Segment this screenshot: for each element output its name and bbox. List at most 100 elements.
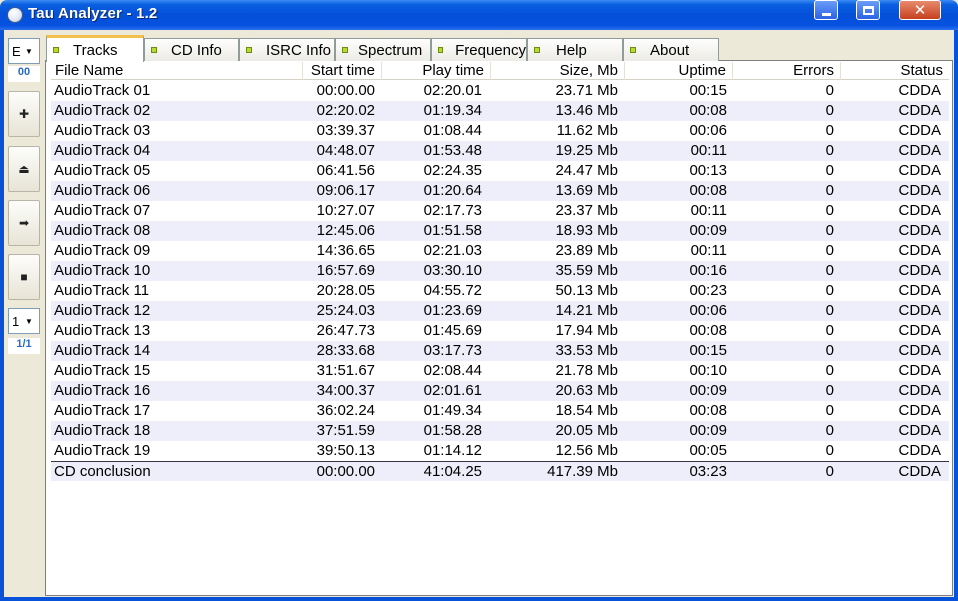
cell-errors: 0: [825, 222, 834, 239]
cell-start-time: 26:47.73: [316, 322, 375, 339]
title-bar[interactable]: Tau Analyzer - 1.2 ✕: [0, 0, 958, 30]
tab-isrc-info[interactable]: ISRC Info: [239, 38, 335, 61]
cell-play-time: 01:14.12: [423, 442, 482, 459]
tab-frequency[interactable]: Frequency: [431, 38, 527, 61]
eject-icon: ⏏: [18, 162, 30, 176]
cell-file-name: AudioTrack 13: [54, 322, 151, 339]
tab-label: Help: [556, 41, 587, 59]
cell-file-name: AudioTrack 16: [54, 382, 151, 399]
cell-file-name: AudioTrack 04: [54, 142, 151, 159]
cell-size: 23.37 Mb: [555, 202, 618, 219]
cell-uptime: 00:11: [690, 142, 727, 159]
table-row[interactable]: AudioTrack 10 16:57.69 03:30.10 35.59 Mb 00:…: [51, 261, 949, 281]
cell-file-name: AudioTrack 01: [54, 82, 151, 99]
table-row[interactable]: AudioTrack 06 09:06.17 01:20.64 13.69 Mb 00:…: [51, 181, 949, 201]
table-row[interactable]: AudioTrack 03 03:39.37 01:08.44 11.62 Mb 00:…: [51, 121, 949, 141]
index-select[interactable]: 1 ▼: [8, 308, 40, 334]
table-row[interactable]: AudioTrack 12 25:24.03 01:23.69 14.21 Mb 00:…: [51, 301, 949, 321]
cell-status: CDDA: [898, 342, 941, 359]
table-row[interactable]: AudioTrack 11 20:28.05 04:55.72 50.13 Mb 00:…: [51, 281, 949, 301]
table-row[interactable]: AudioTrack 13 26:47.73 01:45.69 17.94 Mb 00:…: [51, 321, 949, 341]
cell-status: CDDA: [898, 182, 941, 199]
cell-file-name: AudioTrack 11: [54, 282, 150, 299]
minimize-button[interactable]: [814, 0, 838, 20]
tab-help[interactable]: Help: [527, 38, 623, 61]
tab-tracks[interactable]: Tracks: [46, 35, 144, 62]
stop-button[interactable]: ■: [8, 254, 40, 300]
cell-uptime: 00:16: [689, 262, 727, 279]
table-row[interactable]: AudioTrack 15 31:51.67 02:08.44 21.78 Mb 00:…: [51, 361, 949, 381]
close-icon: ✕: [913, 1, 927, 19]
cell-file-name: AudioTrack 18: [54, 422, 151, 439]
chevron-down-icon: ▼: [25, 46, 33, 56]
table-row[interactable]: AudioTrack 05 06:41.56 02:24.35 24.47 Mb 00:…: [51, 161, 949, 181]
drive-select-value: E: [12, 43, 21, 59]
column-header-size[interactable]: Size, Mb: [491, 62, 625, 80]
column-header-play-time[interactable]: Play time: [382, 62, 491, 80]
table-row[interactable]: AudioTrack 19 39:50.13 01:14.12 12.56 Mb 00:…: [51, 441, 949, 461]
cell-play-time: 03:17.73: [423, 342, 482, 359]
cell-uptime: 00:23: [689, 282, 727, 299]
cell-errors: 0: [825, 342, 834, 359]
cell-status: CDDA: [898, 382, 941, 399]
table-row[interactable]: AudioTrack 09 14:36.65 02:21.03 23.89 Mb 00:…: [51, 241, 949, 261]
tab-about[interactable]: About: [623, 38, 719, 61]
cell-play-time: 01:51.58: [423, 222, 482, 239]
table-row[interactable]: AudioTrack 18 37:51.59 01:58.28 20.05 Mb 00:…: [51, 421, 949, 441]
column-header-uptime[interactable]: Uptime: [625, 62, 733, 80]
cell-status: CDDA: [898, 102, 941, 119]
cell-size: 50.13 Mb: [555, 282, 618, 299]
table-header: File Name Start time Play time Size, Mb …: [51, 62, 949, 80]
cell-status: CDDA: [898, 142, 941, 159]
table-row[interactable]: AudioTrack 16 34:00.37 02:01.61 20.63 Mb 00:…: [51, 381, 949, 401]
cell-errors: 0: [825, 182, 834, 199]
column-header-status[interactable]: Status: [841, 62, 949, 80]
maximize-button[interactable]: [856, 0, 880, 20]
cell-start-time: 34:00.37: [316, 382, 375, 399]
close-button[interactable]: ✕: [899, 0, 941, 20]
app-icon[interactable]: [7, 7, 23, 23]
table-row[interactable]: AudioTrack 17 36:02.24 01:49.34 18.54 Mb 00:…: [51, 401, 949, 421]
cell-status: CDDA: [898, 463, 941, 480]
cell-start-time: 00:00.00: [316, 82, 375, 99]
cell-size: 13.46 Mb: [555, 102, 618, 119]
maximize-icon: [862, 5, 874, 15]
cell-errors: 0: [825, 402, 834, 419]
cell-status: CDDA: [898, 122, 941, 139]
eject-button[interactable]: ⏏: [8, 146, 40, 192]
cell-start-time: 09:06.17: [316, 182, 375, 199]
table-row[interactable]: AudioTrack 01 00:00.00 02:20.01 23.71 Mb 00:…: [51, 81, 949, 101]
cell-errors: 0: [825, 382, 834, 399]
table-row[interactable]: AudioTrack 02 02:20.02 01:19.34 13.46 Mb 00:…: [51, 101, 949, 121]
table-row[interactable]: AudioTrack 07 10:27.07 02:17.73 23.37 Mb 00:…: [51, 201, 949, 221]
cell-uptime: 00:06: [689, 122, 727, 139]
drive-select[interactable]: E ▼: [8, 38, 40, 64]
tab-cd-info[interactable]: CD Info: [144, 38, 239, 61]
tab-label: ISRC Info: [266, 41, 332, 59]
cell-size: 21.78 Mb: [555, 362, 618, 379]
cell-start-time: 36:02.24: [316, 402, 375, 419]
cell-start-time: 37:51.59: [316, 422, 375, 439]
cell-uptime: 00:08: [689, 102, 727, 119]
column-header-file-name[interactable]: File Name: [51, 62, 303, 80]
cell-play-time: 02:21.03: [423, 242, 482, 259]
add-button[interactable]: ✚: [8, 91, 40, 137]
cell-uptime: 00:11: [690, 242, 727, 259]
table-row[interactable]: AudioTrack 04 04:48.07 01:53.48 19.25 Mb 00:…: [51, 141, 949, 161]
cell-size: 417.39 Mb: [547, 463, 618, 480]
cell-status: CDDA: [898, 82, 941, 99]
column-header-errors[interactable]: Errors: [733, 62, 841, 80]
cell-uptime: 00:10: [689, 362, 727, 379]
column-header-start-time[interactable]: Start time: [303, 62, 382, 80]
total-row[interactable]: CD conclusion 00:00.00 41:04.25 417.39 Mb 03…: [51, 461, 949, 481]
cell-play-time: 01:58.28: [423, 422, 482, 439]
table-row[interactable]: AudioTrack 14 28:33.68 03:17.73 33.53 Mb 00:…: [51, 341, 949, 361]
cell-status: CDDA: [898, 402, 941, 419]
table-row[interactable]: AudioTrack 08 12:45.06 01:51.58 18.93 Mb 00:…: [51, 221, 949, 241]
cell-play-time: 04:55.72: [423, 282, 482, 299]
next-button[interactable]: ➡: [8, 200, 40, 246]
cell-start-time: 04:48.07: [316, 142, 375, 159]
cell-size: 12.56 Mb: [555, 442, 618, 459]
cell-size: 14.21 Mb: [555, 302, 618, 319]
tab-spectrum[interactable]: Spectrum: [335, 38, 431, 61]
